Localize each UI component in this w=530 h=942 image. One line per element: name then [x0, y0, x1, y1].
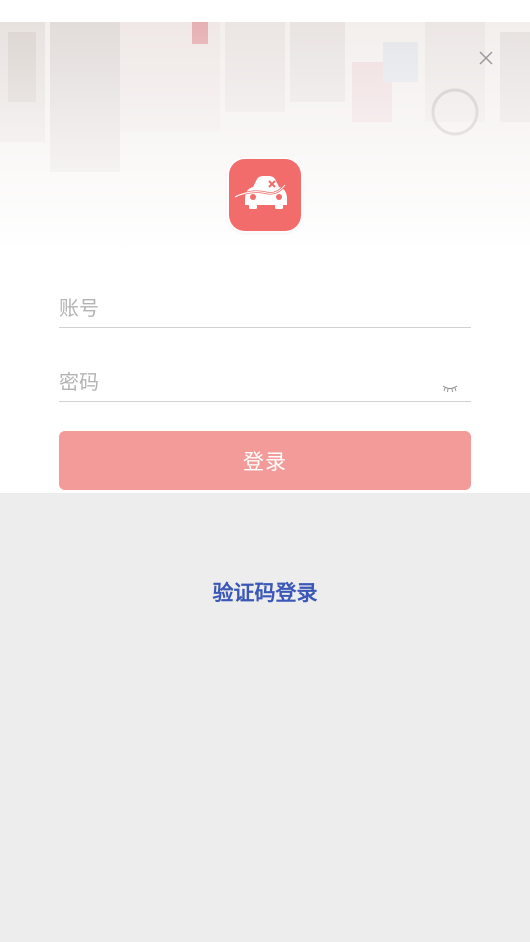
account-field: [59, 282, 471, 328]
login-button[interactable]: 登录: [59, 431, 471, 490]
login-screen: 登录 验证码登录: [0, 0, 530, 942]
password-visibility-toggle[interactable]: [441, 378, 459, 393]
eye-closed-icon: [442, 385, 458, 393]
app-logo: [229, 159, 301, 231]
password-input[interactable]: [59, 356, 471, 401]
login-panel: 登录: [0, 22, 530, 493]
close-button[interactable]: [474, 46, 498, 70]
close-icon: [479, 51, 493, 65]
sms-login-link[interactable]: 验证码登录: [0, 577, 530, 607]
app-logo-car-icon: [234, 176, 287, 209]
password-field: [59, 356, 471, 402]
account-input[interactable]: [59, 282, 471, 327]
status-bar: [0, 0, 530, 22]
